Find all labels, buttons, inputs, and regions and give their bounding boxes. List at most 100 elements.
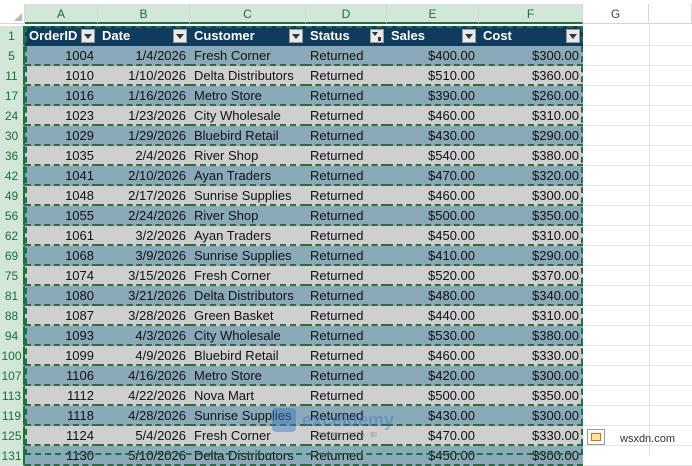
cell-cost[interactable]: $370.00 xyxy=(479,266,583,286)
cell-orderid[interactable]: 1112 xyxy=(25,386,98,406)
row-header[interactable]: 1 xyxy=(0,26,25,46)
cell-status[interactable]: Returned xyxy=(306,246,387,266)
cell-customer[interactable]: Metro Store xyxy=(190,86,306,106)
cell-cost[interactable]: $260.00 xyxy=(479,86,583,106)
cell-status[interactable]: Returned xyxy=(306,286,387,306)
cell-date[interactable]: 5/10/2026 xyxy=(98,446,190,466)
cell-status[interactable]: Returned xyxy=(306,346,387,366)
cell-sales[interactable]: $500.00 xyxy=(387,206,479,226)
cell-customer[interactable]: River Shop xyxy=(190,206,306,226)
cell-cost[interactable]: $380.00 xyxy=(479,326,583,346)
cell-sales[interactable]: $530.00 xyxy=(387,326,479,346)
cell-orderid[interactable]: 1118 xyxy=(25,406,98,426)
cell-status[interactable]: Returned xyxy=(306,226,387,246)
row-header[interactable]: 100 xyxy=(0,346,25,366)
cell-orderid[interactable]: 1099 xyxy=(25,346,98,366)
row-header[interactable]: 30 xyxy=(0,126,25,146)
cell-orderid[interactable]: 1093 xyxy=(25,326,98,346)
header-cell-customer[interactable]: Customer xyxy=(190,26,306,46)
cell-date[interactable]: 4/22/2026 xyxy=(98,386,190,406)
cell-cost[interactable]: $290.00 xyxy=(479,246,583,266)
cell-customer[interactable]: Sunrise Supplies xyxy=(190,186,306,206)
cell-status[interactable]: Returned xyxy=(306,386,387,406)
header-cell-sales[interactable]: Sales xyxy=(387,26,479,46)
row-header[interactable]: 88 xyxy=(0,306,25,326)
header-cell-orderid[interactable]: OrderID xyxy=(25,26,98,46)
cell-sales[interactable]: $520.00 xyxy=(387,266,479,286)
column-header-c[interactable]: C xyxy=(190,4,306,24)
cell-customer[interactable]: Delta Distributors xyxy=(190,66,306,86)
cell-orderid[interactable]: 1023 xyxy=(25,106,98,126)
cell-sales[interactable]: $440.00 xyxy=(387,306,479,326)
select-all-corner[interactable] xyxy=(0,4,25,24)
cell-sales[interactable]: $500.00 xyxy=(387,386,479,406)
cell-orderid[interactable]: 1130 xyxy=(25,446,98,466)
filter-dropdown-icon[interactable] xyxy=(566,29,580,43)
cell-status[interactable]: Returned xyxy=(306,446,387,466)
cell-customer[interactable]: Bluebird Retail xyxy=(190,126,306,146)
header-cell-date[interactable]: Date xyxy=(98,26,190,46)
cell-date[interactable]: 3/9/2026 xyxy=(98,246,190,266)
cell-status[interactable]: Returned xyxy=(306,186,387,206)
cell-customer[interactable]: City Wholesale xyxy=(190,326,306,346)
cell-cost[interactable]: $350.00 xyxy=(479,206,583,226)
column-header-h[interactable] xyxy=(649,4,692,24)
cell-date[interactable]: 3/28/2026 xyxy=(98,306,190,326)
cell-sales[interactable]: $410.00 xyxy=(387,246,479,266)
row-header[interactable]: 119 xyxy=(0,406,25,426)
cell-cost[interactable]: $300.00 xyxy=(479,446,583,466)
filter-dropdown-icon[interactable] xyxy=(462,29,476,43)
column-header-f[interactable]: F xyxy=(479,4,583,24)
cell-customer[interactable]: Bluebird Retail xyxy=(190,346,306,366)
cell-cost[interactable]: $300.00 xyxy=(479,366,583,386)
cell-cost[interactable]: $320.00 xyxy=(479,166,583,186)
cell-customer[interactable]: Sunrise Supplies xyxy=(190,246,306,266)
cell-cost[interactable]: $310.00 xyxy=(479,106,583,126)
cell-orderid[interactable]: 1124 xyxy=(25,426,98,446)
row-header[interactable]: 131 xyxy=(0,446,25,466)
cell-orderid[interactable]: 1055 xyxy=(25,206,98,226)
cell-orderid[interactable]: 1074 xyxy=(25,266,98,286)
filter-active-icon[interactable] xyxy=(370,29,384,43)
cell-sales[interactable]: $460.00 xyxy=(387,186,479,206)
cell-customer[interactable]: City Wholesale xyxy=(190,106,306,126)
cell-status[interactable]: Returned xyxy=(306,86,387,106)
quick-analysis-icon[interactable] xyxy=(587,429,605,445)
cell-status[interactable]: Returned xyxy=(306,46,387,66)
cell-customer[interactable]: Metro Store xyxy=(190,366,306,386)
cell-cost[interactable]: $330.00 xyxy=(479,426,583,446)
cell-status[interactable]: Returned xyxy=(306,306,387,326)
filter-dropdown-icon[interactable] xyxy=(173,29,187,43)
cell-status[interactable]: Returned xyxy=(306,126,387,146)
column-header-e[interactable]: E xyxy=(387,4,479,24)
row-header[interactable]: 113 xyxy=(0,386,25,406)
cell-customer[interactable]: Delta Distributors xyxy=(190,446,306,466)
cell-status[interactable]: Returned xyxy=(306,166,387,186)
cell-cost[interactable]: $300.00 xyxy=(479,46,583,66)
cell-customer[interactable]: Fresh Corner xyxy=(190,426,306,446)
cell-sales[interactable]: $460.00 xyxy=(387,346,479,366)
cell-status[interactable]: Returned xyxy=(306,426,387,446)
cell-customer[interactable]: River Shop xyxy=(190,146,306,166)
cell-sales[interactable]: $450.00 xyxy=(387,226,479,246)
row-header[interactable]: 56 xyxy=(0,206,25,226)
cell-orderid[interactable]: 1068 xyxy=(25,246,98,266)
cell-cost[interactable]: $380.00 xyxy=(479,146,583,166)
empty-column-area[interactable] xyxy=(583,24,692,455)
cell-date[interactable]: 1/4/2026 xyxy=(98,46,190,66)
row-header[interactable]: 49 xyxy=(0,186,25,206)
cell-date[interactable]: 3/15/2026 xyxy=(98,266,190,286)
cell-date[interactable]: 1/10/2026 xyxy=(98,66,190,86)
row-header[interactable]: 81 xyxy=(0,286,25,306)
header-cell-status[interactable]: Status xyxy=(306,26,387,46)
cell-status[interactable]: Returned xyxy=(306,146,387,166)
cell-sales[interactable]: $430.00 xyxy=(387,126,479,146)
row-header[interactable]: 11 xyxy=(0,66,25,86)
cell-sales[interactable]: $470.00 xyxy=(387,166,479,186)
cell-sales[interactable]: $400.00 xyxy=(387,46,479,66)
cell-date[interactable]: 4/3/2026 xyxy=(98,326,190,346)
cell-date[interactable]: 3/21/2026 xyxy=(98,286,190,306)
row-header[interactable]: 75 xyxy=(0,266,25,286)
column-header-g[interactable]: G xyxy=(583,4,649,24)
header-cell-cost[interactable]: Cost xyxy=(479,26,583,46)
